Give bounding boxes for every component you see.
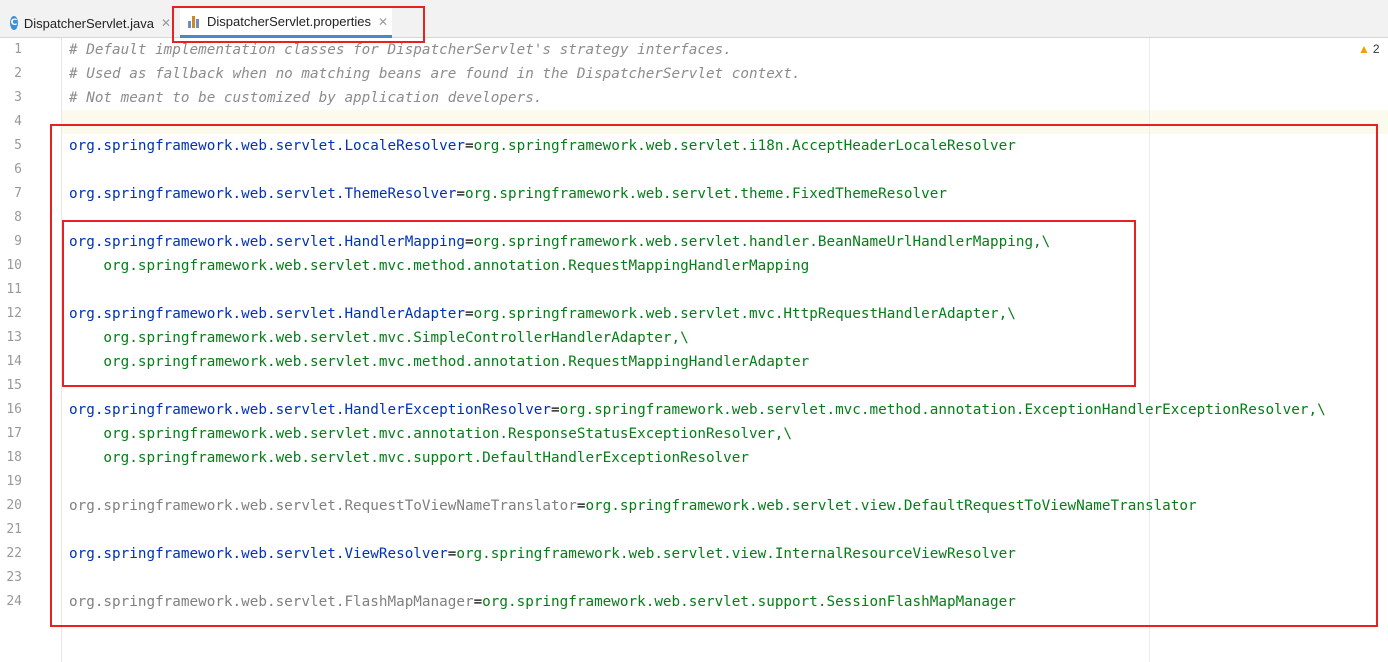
code-line: org.springframework.web.servlet.ViewReso… <box>69 542 1016 566</box>
equals-sign: = <box>551 402 560 418</box>
property-value-continuation: org.springframework.web.servlet.mvc.Simp… <box>69 330 689 346</box>
right-margin-guide <box>1149 38 1150 662</box>
tab-label: DispatcherServlet.java <box>23 15 154 31</box>
property-value: org.springframework.web.servlet.support.… <box>482 594 1016 610</box>
property-value: org.springframework.web.servlet.mvc.Http… <box>473 306 1016 322</box>
property-key: org.springframework.web.servlet.LocaleRe… <box>69 138 465 154</box>
line-number: 23 <box>6 570 22 585</box>
property-value: org.springframework.web.servlet.mvc.meth… <box>559 402 1326 418</box>
code-line: org.springframework.web.servlet.HandlerM… <box>69 230 1050 254</box>
equals-sign: = <box>456 186 465 202</box>
line-number: 24 <box>6 594 22 609</box>
line-number: 14 <box>6 354 22 369</box>
line-number: 21 <box>6 522 22 537</box>
line-number: 16 <box>6 402 22 417</box>
property-key: org.springframework.web.servlet.ThemeRes… <box>69 186 457 202</box>
line-number: 1 <box>14 42 22 57</box>
code-line: org.springframework.web.servlet.RequestT… <box>69 494 1197 518</box>
property-value: org.springframework.web.servlet.theme.Fi… <box>464 186 947 202</box>
property-key: org.springframework.web.servlet.ViewReso… <box>69 546 448 562</box>
line-number: 13 <box>6 330 22 345</box>
line-number: 8 <box>14 210 22 225</box>
line-number: 7 <box>14 186 22 201</box>
property-value: org.springframework.web.servlet.handler.… <box>473 234 1051 250</box>
property-key: org.springframework.web.servlet.RequestT… <box>69 498 577 514</box>
java-class-icon: C <box>10 16 18 30</box>
line-number: 9 <box>14 234 22 249</box>
code-line: org.springframework.web.servlet.mvc.Simp… <box>69 326 689 350</box>
code-line: org.springframework.web.servlet.mvc.anno… <box>69 422 792 446</box>
line-number: 6 <box>14 162 22 177</box>
property-value: org.springframework.web.servlet.view.Int… <box>456 546 1016 562</box>
comment-text: # Not meant to be customized by applicat… <box>69 90 543 106</box>
line-number: 10 <box>6 258 22 273</box>
line-number-gutter[interactable]: 1 2 3 4 5 6 7 8 9 10 11 12 13 14 15 16 17 18 19 20 21 22 23 24 <box>0 38 62 662</box>
current-line-highlight <box>0 110 1388 134</box>
equals-sign: = <box>464 234 474 250</box>
code-line: org.springframework.web.servlet.mvc.meth… <box>69 254 809 278</box>
line-number: 4 <box>14 114 22 129</box>
code-line: # Default implementation classes for Dis… <box>69 38 732 62</box>
equals-sign: = <box>464 138 474 154</box>
code-line: org.springframework.web.servlet.mvc.meth… <box>69 350 809 374</box>
code-line: # Used as fallback when no matching bean… <box>69 62 801 86</box>
line-number: 12 <box>6 306 22 321</box>
code-line: org.springframework.web.servlet.LocaleRe… <box>69 134 1016 158</box>
line-number: 2 <box>14 66 22 81</box>
code-line: org.springframework.web.servlet.ThemeRes… <box>69 182 947 206</box>
tab-dispatcher-servlet-java[interactable]: C DispatcherServlet.java ✕ <box>6 8 171 38</box>
properties-file-icon <box>188 15 201 28</box>
line-number: 15 <box>6 378 22 393</box>
close-icon[interactable]: ✕ <box>161 16 171 30</box>
property-key: org.springframework.web.servlet.HandlerA… <box>69 306 465 322</box>
tab-label: DispatcherServlet.properties <box>207 14 372 29</box>
line-number: 20 <box>6 498 22 513</box>
line-number: 5 <box>14 138 22 153</box>
line-number: 18 <box>6 450 22 465</box>
line-number: 22 <box>6 546 22 561</box>
code-line: org.springframework.web.servlet.mvc.supp… <box>69 446 749 470</box>
property-value: org.springframework.web.servlet.i18n.Acc… <box>473 138 1016 154</box>
code-line: # Not meant to be customized by applicat… <box>69 86 542 110</box>
tab-dispatcher-servlet-properties[interactable]: DispatcherServlet.properties ✕ <box>180 8 392 38</box>
property-key: org.springframework.web.servlet.HandlerM… <box>69 234 465 250</box>
code-line: org.springframework.web.servlet.FlashMap… <box>69 590 1016 614</box>
comment-text: # Used as fallback when no matching bean… <box>69 66 801 82</box>
warning-count: 2 <box>1372 42 1380 56</box>
equals-sign: = <box>473 594 483 610</box>
warning-icon: ▲ <box>1358 42 1370 56</box>
code-line: org.springframework.web.servlet.HandlerE… <box>69 398 1326 422</box>
property-key: org.springframework.web.servlet.FlashMap… <box>69 594 474 610</box>
property-value: org.springframework.web.servlet.view.Def… <box>585 498 1197 514</box>
comment-text: # Default implementation classes for Dis… <box>69 42 732 58</box>
property-value-continuation: org.springframework.web.servlet.mvc.anno… <box>69 426 793 442</box>
line-number: 17 <box>6 426 22 441</box>
property-value-continuation: org.springframework.web.servlet.mvc.meth… <box>69 354 810 370</box>
property-value-continuation: org.springframework.web.servlet.mvc.supp… <box>69 450 749 466</box>
line-number: 11 <box>6 282 22 297</box>
editor-tab-bar: C DispatcherServlet.java ✕ DispatcherSer… <box>0 0 1388 38</box>
property-key: org.springframework.web.servlet.HandlerE… <box>69 402 552 418</box>
close-icon[interactable]: ✕ <box>378 15 388 29</box>
code-line: org.springframework.web.servlet.HandlerA… <box>69 302 1016 326</box>
line-number: 19 <box>6 474 22 489</box>
line-number: 3 <box>14 90 22 105</box>
equals-sign: = <box>464 306 474 322</box>
inspection-widget[interactable]: ▲ 2 <box>1358 42 1380 56</box>
property-value-continuation: org.springframework.web.servlet.mvc.meth… <box>69 258 810 274</box>
